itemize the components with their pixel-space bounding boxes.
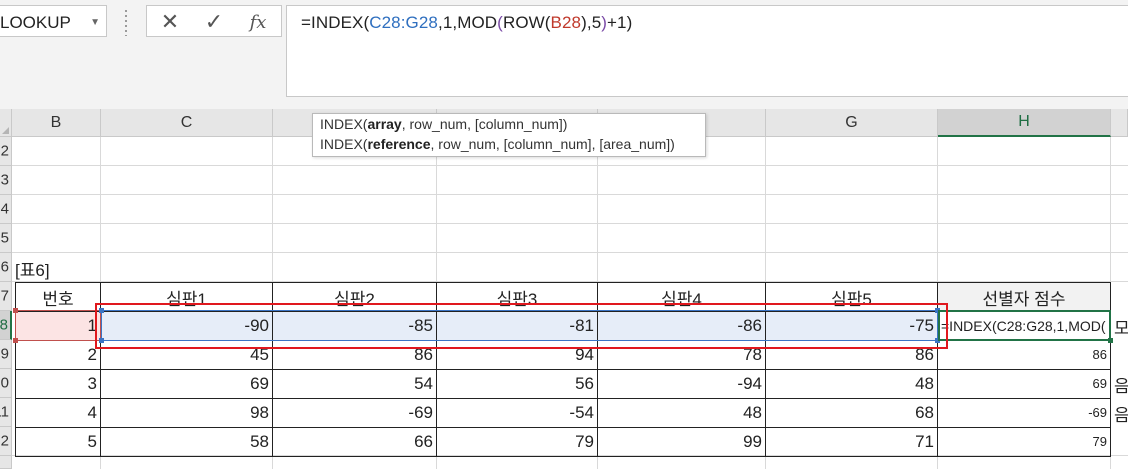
row-number: 10 bbox=[0, 374, 9, 392]
tooltip-line-reference[interactable]: INDEX(reference, row_num, [column_num], … bbox=[320, 136, 675, 152]
cell-e30[interactable]: 56 bbox=[437, 369, 598, 399]
row-header-3[interactable]: 3 bbox=[0, 166, 12, 195]
formula-ref-b28: B28 bbox=[550, 13, 582, 32]
row-number: 2 bbox=[0, 142, 9, 160]
row-header-12[interactable]: 12 bbox=[0, 427, 12, 456]
cell-d30[interactable]: 54 bbox=[273, 369, 437, 399]
formula-part: =INDEX( bbox=[301, 13, 370, 32]
cell-i31[interactable]: 음 bbox=[1114, 398, 1128, 428]
function-tooltip: INDEX(array, row_num, [column_num]) INDE… bbox=[312, 113, 706, 157]
gridline bbox=[12, 223, 1128, 224]
row-header-11[interactable]: 11 bbox=[0, 398, 12, 427]
formula-text: =INDEX(C28:G28,1,MOD(ROW(B28),5)+1) bbox=[301, 13, 632, 33]
row-number: 12 bbox=[0, 432, 9, 450]
tooltip-line-array[interactable]: INDEX(array, row_num, [column_num]) bbox=[320, 116, 567, 132]
row-header-7[interactable]: 7 bbox=[0, 282, 12, 311]
cell-e31[interactable]: -54 bbox=[437, 398, 598, 428]
cell-f30[interactable]: -94 bbox=[598, 369, 766, 399]
table-label: [표6] bbox=[15, 261, 50, 280]
name-box-dropdown-icon[interactable]: ▼ bbox=[90, 17, 100, 28]
tooltip-arg-current: reference bbox=[367, 136, 431, 152]
cell-i30[interactable]: 음 bbox=[1114, 369, 1128, 399]
cell-c32[interactable]: 58 bbox=[101, 427, 273, 457]
formula-part: ROW( bbox=[502, 13, 551, 32]
name-box-value: LOOKUP bbox=[0, 13, 71, 32]
formula-buttons: ✕ ✓ fx bbox=[146, 5, 282, 37]
gridline bbox=[12, 165, 1128, 166]
cell-b32[interactable]: 5 bbox=[15, 427, 101, 457]
fill-handle[interactable] bbox=[1108, 338, 1113, 343]
row-header-10[interactable]: 10 bbox=[0, 369, 12, 398]
column-header-i[interactable] bbox=[1111, 109, 1128, 137]
tooltip-arg-current: array bbox=[367, 116, 402, 132]
annotation-box bbox=[95, 303, 948, 349]
formula-part: +1) bbox=[607, 13, 633, 32]
tooltip-fn: INDEX( bbox=[320, 136, 368, 152]
ref-handle[interactable] bbox=[13, 338, 18, 343]
cell-b31[interactable]: 4 bbox=[15, 398, 101, 428]
formula-part: ,1,MOD bbox=[438, 13, 498, 32]
active-cell-edit-text[interactable]: =INDEX(C28:G28,1,MOD( bbox=[941, 311, 1106, 341]
row-number: 3 bbox=[0, 171, 9, 189]
name-box[interactable]: LOOKUP ▼ bbox=[0, 5, 107, 37]
cell-h30[interactable]: 69 bbox=[938, 369, 1111, 399]
cell-g31[interactable]: 68 bbox=[766, 398, 938, 428]
cell-f32[interactable]: 99 bbox=[598, 427, 766, 457]
cell-d31[interactable]: -69 bbox=[273, 398, 437, 428]
header-no[interactable]: 번호 bbox=[15, 282, 101, 312]
column-header-g[interactable]: G bbox=[766, 109, 938, 137]
formula-ref-outline-b28 bbox=[15, 310, 101, 341]
tooltip-args: , row_num, [column_num], [area_num]) bbox=[430, 136, 675, 152]
cell-h32[interactable]: 79 bbox=[938, 427, 1111, 457]
cancel-icon[interactable]: ✕ bbox=[158, 9, 182, 34]
column-header-h[interactable]: H bbox=[938, 109, 1111, 137]
row-header-9[interactable]: 9 bbox=[0, 340, 12, 369]
row-number: 4 bbox=[0, 200, 9, 218]
row-header-13[interactable] bbox=[0, 456, 12, 469]
enter-check-icon[interactable]: ✓ bbox=[202, 9, 226, 34]
row-header-5[interactable]: 5 bbox=[0, 224, 12, 253]
column-header-c[interactable]: C bbox=[101, 109, 273, 137]
cell-h31[interactable]: -69 bbox=[938, 398, 1111, 428]
cell-d32[interactable]: 66 bbox=[273, 427, 437, 457]
row-number: 7 bbox=[0, 287, 9, 305]
formula-part: ,5 bbox=[586, 13, 602, 32]
formula-bar-splitter[interactable] bbox=[125, 10, 127, 36]
row-number: 5 bbox=[0, 229, 9, 247]
cell-c31[interactable]: 98 bbox=[101, 398, 273, 428]
formula-bar-area: LOOKUP ▼ ✕ ✓ fx =INDEX(C28:G28,1,MOD(ROW… bbox=[0, 0, 1128, 109]
insert-function-icon[interactable]: fx bbox=[246, 10, 270, 34]
cell-b30[interactable]: 3 bbox=[15, 369, 101, 399]
row-number: 11 bbox=[0, 403, 9, 421]
cell-g32[interactable]: 71 bbox=[766, 427, 938, 457]
row-number: 6 bbox=[0, 258, 9, 276]
cell-e32[interactable]: 79 bbox=[437, 427, 598, 457]
ref-handle[interactable] bbox=[13, 308, 18, 313]
cell-c30[interactable]: 69 bbox=[101, 369, 273, 399]
cell-f31[interactable]: 48 bbox=[598, 398, 766, 428]
row-header-6[interactable]: 6 bbox=[0, 253, 12, 282]
cell-g30[interactable]: 48 bbox=[766, 369, 938, 399]
row-header-8[interactable]: 8 bbox=[0, 311, 12, 340]
cell-h29[interactable]: 86 bbox=[938, 340, 1111, 370]
tooltip-fn: INDEX( bbox=[320, 116, 368, 132]
cell-b29[interactable]: 2 bbox=[15, 340, 101, 370]
gridline bbox=[12, 252, 1128, 253]
select-all-corner[interactable] bbox=[0, 109, 12, 137]
row-number: 9 bbox=[0, 345, 9, 363]
row-header-4[interactable]: 4 bbox=[0, 195, 12, 224]
column-header-b[interactable]: B bbox=[12, 109, 101, 137]
cell-i28[interactable]: 모 bbox=[1114, 311, 1128, 341]
formula-ref-c28-g28: C28:G28 bbox=[369, 13, 438, 32]
header-selected-score[interactable]: 선별자 점수 bbox=[938, 282, 1111, 312]
row-number: 8 bbox=[0, 316, 8, 334]
gridline bbox=[12, 194, 1128, 195]
tooltip-args: , row_num, [column_num]) bbox=[401, 116, 568, 132]
formula-input[interactable]: =INDEX(C28:G28,1,MOD(ROW(B28),5)+1) bbox=[286, 5, 1128, 97]
row-header-2[interactable]: 2 bbox=[0, 137, 12, 166]
